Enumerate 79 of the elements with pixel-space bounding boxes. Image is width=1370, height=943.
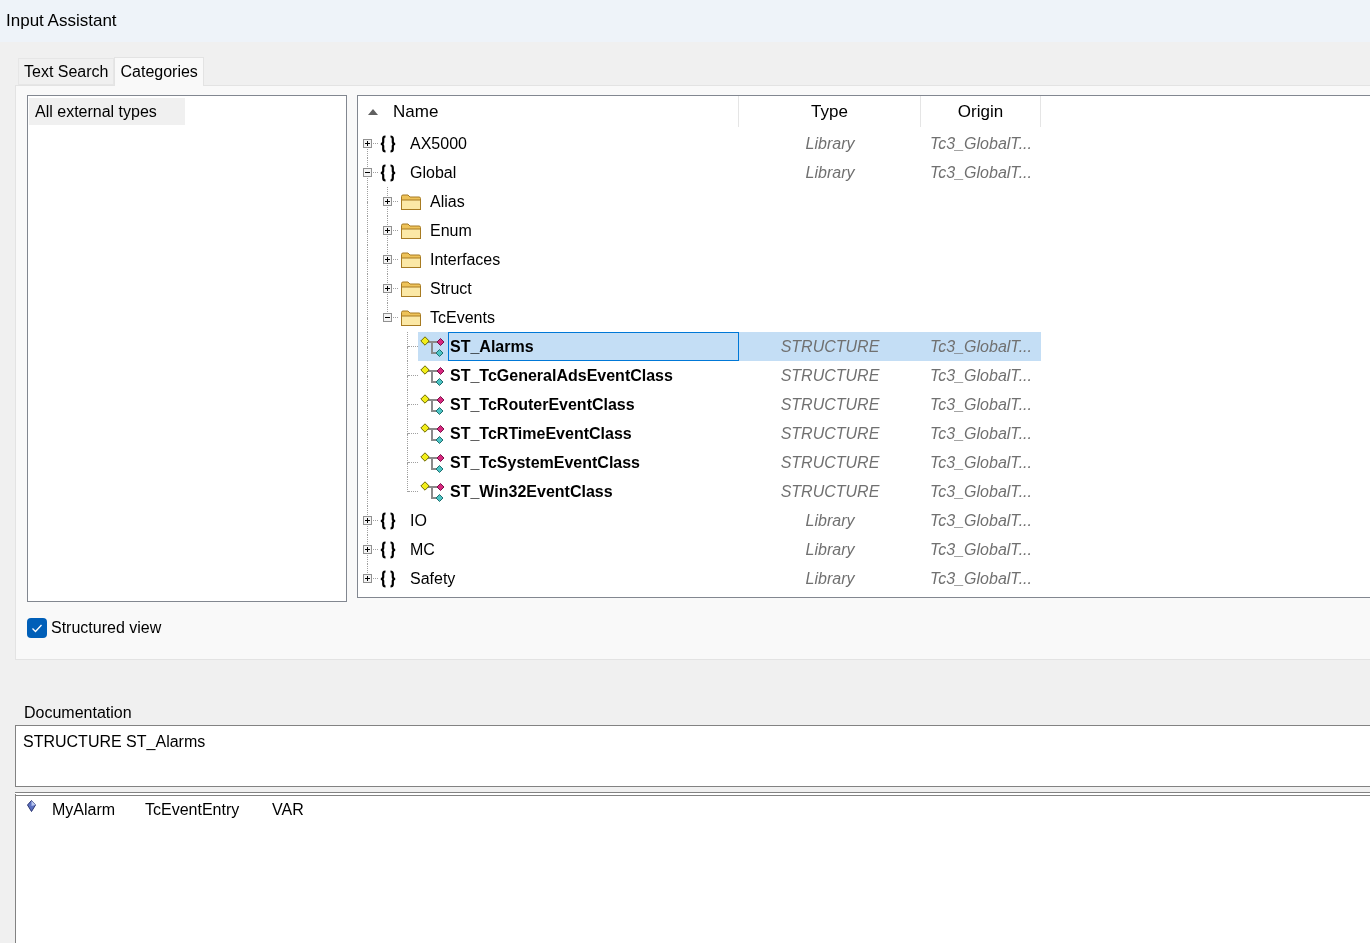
checkbox-label[interactable]: Structured view [51,616,162,640]
tree-item[interactable]: IO [408,506,739,535]
type-text: STRUCTURE [780,365,880,386]
origin-text: Tc3_GlobalT... [930,162,1032,183]
type-text: STRUCTURE [780,423,880,444]
type-text: Library [805,539,855,560]
folder-icon [400,308,422,327]
tree-item[interactable]: Enum [428,216,739,245]
folder-icon [400,192,422,211]
tree-item[interactable]: Struct [428,274,739,303]
hierarchy-icon [420,335,446,358]
plus-icon[interactable] [363,574,372,583]
tree-item[interactable]: ST_Win32EventClass [448,477,739,506]
member-name: MyAlarm [52,801,116,818]
origin-text: Tc3_GlobalT... [930,336,1032,357]
hierarchy-icon [420,422,446,445]
member-type: TcEventEntry [145,801,240,818]
type-text: Library [805,568,855,589]
column-header[interactable]: Origin [921,96,1041,127]
diamond-icon [27,800,36,812]
origin-text: Tc3_GlobalT... [930,365,1032,386]
folder-icon [400,279,422,298]
tree-item[interactable]: TcEvents [428,303,739,332]
origin-text: Tc3_GlobalT... [930,133,1032,154]
column-header[interactable]: Type [739,96,921,127]
type-text: STRUCTURE [780,394,880,415]
type-text: Library [805,510,855,531]
braces-icon [380,134,396,153]
documentation-text: STRUCTURE ST_Alarms [23,733,206,750]
tree-item[interactable]: ST_Alarms [448,332,739,361]
list-item[interactable]: All external types [29,98,185,125]
origin-text: Tc3_GlobalT... [930,568,1032,589]
tree-item[interactable]: MC [408,535,739,564]
section-label: Documentation [24,703,132,723]
hierarchy-icon [420,364,446,387]
plus-icon[interactable] [383,255,392,264]
column-header[interactable]: Name [358,96,739,127]
origin-text: Tc3_GlobalT... [930,539,1032,560]
tree-item[interactable]: ST_TcRouterEventClass [448,390,739,419]
hierarchy-icon [420,393,446,416]
plus-icon[interactable] [363,139,372,148]
member-scope: VAR [272,801,304,818]
braces-icon [380,163,396,182]
type-text: Library [805,162,855,183]
type-text: STRUCTURE [780,452,880,473]
tree-item[interactable]: Safety [408,564,739,593]
minus-icon[interactable] [363,168,372,177]
plus-icon[interactable] [383,226,392,235]
plus-icon[interactable] [383,197,392,206]
tree-item[interactable]: Interfaces [428,245,739,274]
plus-icon[interactable] [363,516,372,525]
origin-text: Tc3_GlobalT... [930,510,1032,531]
tree-item[interactable]: Global [408,158,739,187]
type-text: STRUCTURE [780,481,880,502]
origin-text: Tc3_GlobalT... [930,452,1032,473]
origin-text: Tc3_GlobalT... [930,423,1032,444]
origin-text: Tc3_GlobalT... [930,481,1032,502]
braces-icon [380,569,396,588]
window-title: Input Assistant [6,10,117,33]
tab[interactable]: Categories [114,57,204,86]
hierarchy-icon [420,480,446,503]
type-text: Library [805,133,855,154]
tree-item[interactable]: ST_TcRTimeEventClass [448,419,739,448]
tab[interactable]: Text Search [18,58,115,85]
plus-icon[interactable] [363,545,372,554]
hierarchy-icon [420,451,446,474]
tree-item[interactable]: ST_TcGeneralAdsEventClass [448,361,739,390]
tree-item[interactable]: ST_TcSystemEventClass [448,448,739,477]
plus-icon[interactable] [383,284,392,293]
minus-icon[interactable] [383,313,392,322]
braces-icon [380,511,396,530]
checkbox[interactable] [27,618,47,638]
folder-icon [400,221,422,240]
origin-text: Tc3_GlobalT... [930,394,1032,415]
tree-item[interactable]: AX5000 [408,129,739,158]
folder-icon [400,250,422,269]
type-text: STRUCTURE [780,336,880,357]
braces-icon [380,540,396,559]
tree-item[interactable]: Alias [428,187,739,216]
